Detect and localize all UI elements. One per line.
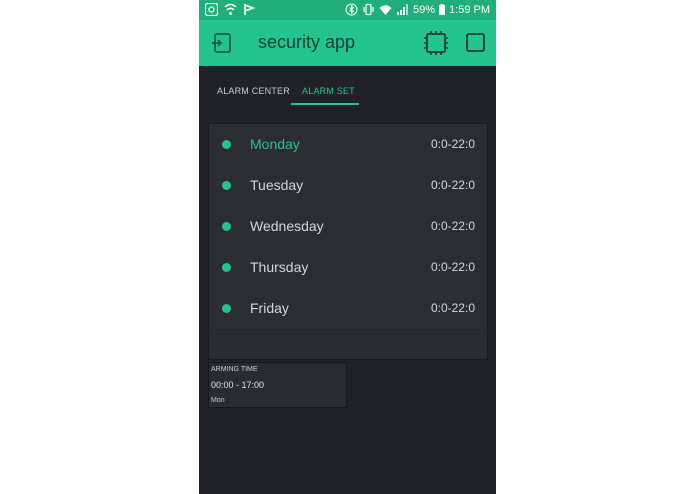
notification-icon — [205, 3, 218, 16]
signal-icon — [397, 4, 408, 15]
table-row[interactable]: Monday 0:0-22:0 — [209, 124, 487, 166]
table-row[interactable]: Wednesday 0:0-22:0 — [209, 206, 487, 248]
status-time: 1:59 PM — [449, 3, 490, 16]
row-day: Friday — [250, 300, 289, 316]
battery-icon — [439, 4, 446, 15]
status-left-icons — [205, 3, 256, 16]
tab-alarm-center[interactable]: ALARM CENTER — [217, 86, 290, 96]
row-day: Tuesday — [250, 177, 304, 193]
tab-bar: ALARM CENTER ALARM SET — [199, 66, 496, 118]
bluetooth-icon — [345, 3, 358, 16]
flag-icon — [244, 4, 256, 15]
app-title: security app — [258, 32, 356, 52]
row-status-dot — [222, 263, 231, 272]
row-time: 0:0-22:0 — [430, 137, 475, 151]
row-time: 0:0-22:0 — [430, 260, 475, 274]
device-chip-icon[interactable] — [423, 30, 449, 56]
table-row[interactable]: Friday 0:0-22:0 — [209, 288, 487, 330]
row-time: 0:0-22:0 — [430, 219, 475, 233]
row-time: 0:0-22:0 — [430, 178, 475, 192]
tab-alarm-set[interactable]: ALARM SET — [302, 86, 355, 96]
arming-time-range: 00:00 - 17:00 — [211, 380, 265, 390]
edit-square-icon[interactable] — [466, 33, 485, 52]
row-status-dot — [222, 304, 231, 313]
arming-time-days: Mon — [211, 397, 225, 404]
row-day: Monday — [250, 136, 300, 152]
row-status-dot — [222, 181, 231, 190]
vibrate-icon — [363, 3, 374, 16]
battery-percent: 59% — [413, 3, 436, 16]
status-right-icons: 59% 1:59 PM — [345, 3, 490, 16]
table-row[interactable]: Tuesday 0:0-22:0 — [209, 165, 487, 207]
arming-time-widget[interactable]: ARMING TIME 00:00 - 17:00 Mon — [208, 362, 347, 408]
row-day: Thursday — [250, 259, 309, 275]
row-status-dot — [222, 140, 231, 149]
row-day: Wednesday — [250, 218, 324, 234]
active-tab-indicator — [291, 103, 359, 105]
arming-time-label: ARMING TIME — [211, 366, 258, 373]
shield-icon — [224, 3, 237, 15]
status-bar: 59% 1:59 PM — [199, 0, 496, 20]
row-time: 0:0-22:0 — [430, 301, 475, 315]
app-bar: security app — [199, 20, 496, 66]
wifi-icon — [379, 5, 392, 15]
table-row[interactable]: Thursday 0:0-22:0 — [209, 247, 487, 289]
back-icon[interactable] — [211, 33, 233, 53]
row-status-dot — [222, 222, 231, 231]
schedule-table: Monday 0:0-22:0 Tuesday 0:0-22:0 Wednesd… — [208, 123, 488, 360]
